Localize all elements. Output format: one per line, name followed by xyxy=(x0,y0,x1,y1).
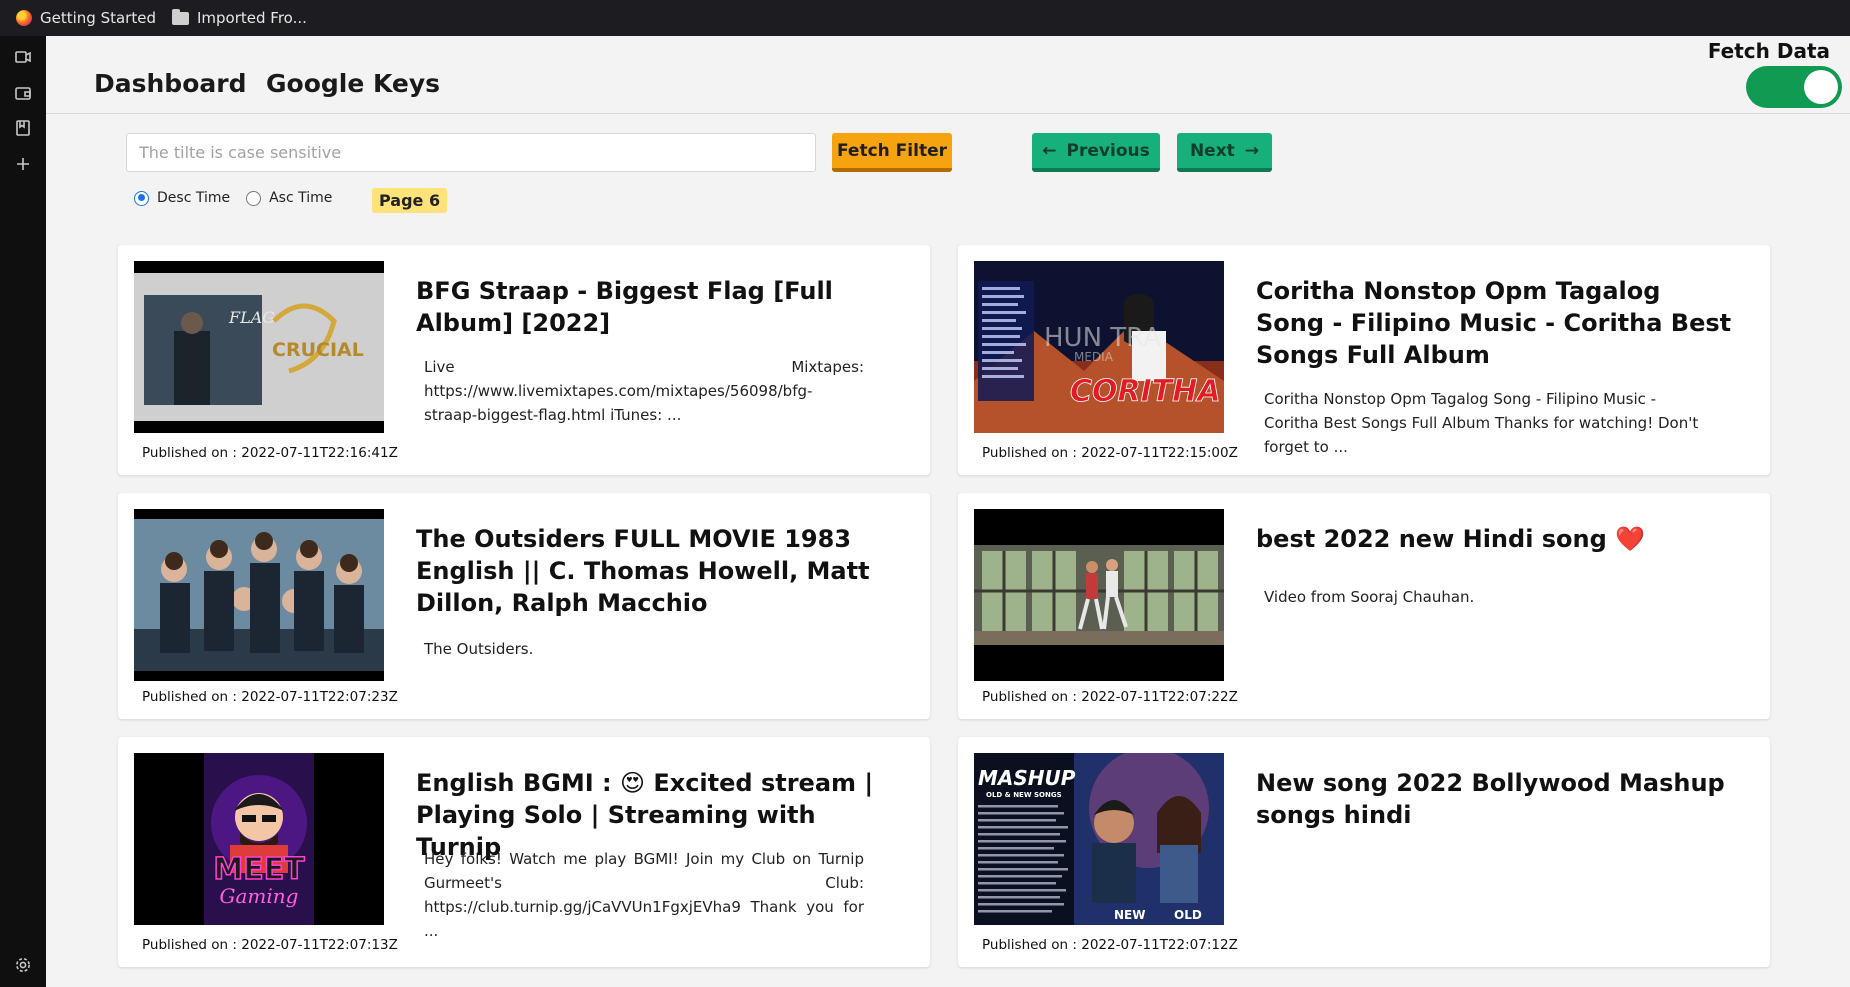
fetch-filter-button[interactable]: Fetch Filter xyxy=(832,133,952,172)
video-title[interactable]: BFG Straap - Biggest Flag [Full Album] [… xyxy=(416,275,896,339)
published-date: Published on : 2022-07-11T22:07:12Z xyxy=(982,937,1238,953)
thumb-text: MASHUP xyxy=(978,766,1076,790)
video-card[interactable]: FLAG CRUCIAL BFG Straap - Biggest Flag [… xyxy=(118,245,930,475)
fetch-data-label: Fetch Data xyxy=(1707,39,1830,63)
video-thumbnail[interactable]: MASHUP OLD & NEW SONGS NEW OLD xyxy=(974,753,1224,925)
arrow-right-icon: → xyxy=(1244,140,1260,161)
bookmark-imported[interactable]: Imported Fro... xyxy=(171,8,307,27)
bookmark-getting-started[interactable]: Getting Started xyxy=(16,9,156,27)
video-title[interactable]: The Outsiders FULL MOVIE 1983 English ||… xyxy=(416,523,896,619)
bookmarks-bar: Getting Started Imported Fro... xyxy=(0,0,1850,36)
sort-desc-radio[interactable] xyxy=(134,190,149,206)
published-date: Published on : 2022-07-11T22:15:00Z xyxy=(982,445,1238,461)
video-description: The Outsiders. xyxy=(424,640,534,658)
title-search-input[interactable] xyxy=(126,133,816,172)
plus-icon[interactable] xyxy=(12,153,34,175)
sidebar xyxy=(0,36,46,987)
bookmark-label: Imported Fro... xyxy=(196,9,307,27)
video-thumbnail[interactable] xyxy=(134,509,384,681)
published-date: Published on : 2022-07-11T22:07:13Z xyxy=(142,937,398,953)
video-thumbnail[interactable]: FLAG CRUCIAL xyxy=(134,261,384,433)
bookmark-icon[interactable] xyxy=(12,117,34,139)
video-description: Live Mixtapes: https://www.livemixtapes.… xyxy=(424,358,864,424)
video-card[interactable]: MASHUP OLD & NEW SONGS NEW OLD New song … xyxy=(958,737,1770,967)
published-date: Published on : 2022-07-11T22:16:41Z xyxy=(142,445,398,461)
fetch-filter-label: Fetch Filter xyxy=(837,140,947,161)
thumb-text: CORITHA xyxy=(1070,374,1221,409)
video-title[interactable]: best 2022 new Hindi song ❤️ xyxy=(1256,523,1736,555)
nav-google-keys[interactable]: Google Keys xyxy=(266,69,440,98)
video-icon[interactable] xyxy=(12,46,34,68)
thumb-text: CRUCIAL xyxy=(272,339,364,361)
video-card[interactable]: MEET Gaming English BGMI : 😍 Excited str… xyxy=(118,737,930,967)
app-header: Dashboard Google Keys Fetch Data xyxy=(46,36,1850,114)
nav-dashboard[interactable]: Dashboard xyxy=(94,69,246,98)
thumb-text: MEDIA xyxy=(1074,350,1114,364)
video-card[interactable]: The Outsiders FULL MOVIE 1983 English ||… xyxy=(118,493,930,719)
next-button[interactable]: Next → xyxy=(1177,133,1272,172)
sort-asc-label[interactable]: Asc Time xyxy=(269,190,332,206)
previous-label: Previous xyxy=(1066,140,1150,161)
thumb-text: MEET xyxy=(213,852,305,887)
sort-desc-label[interactable]: Desc Time xyxy=(157,190,230,206)
firefox-icon xyxy=(16,10,32,26)
thumb-text: HUN TRA xyxy=(1044,323,1161,353)
video-title[interactable]: New song 2022 Bollywood Mashup songs hin… xyxy=(1256,767,1736,831)
arrow-left-icon: ← xyxy=(1042,140,1057,161)
fetch-data-toggle[interactable] xyxy=(1746,66,1842,108)
video-description: Coritha Nonstop Opm Tagalog Song - Filip… xyxy=(1264,390,1699,456)
next-label: Next xyxy=(1189,140,1235,161)
sort-options: Desc Time Asc Time xyxy=(134,190,332,206)
thumb-text: FLAG xyxy=(228,308,275,327)
folder-icon xyxy=(171,8,189,25)
sort-asc-radio[interactable] xyxy=(246,190,262,206)
published-date: Published on : 2022-07-11T22:07:22Z xyxy=(982,689,1238,705)
previous-button[interactable]: ← Previous xyxy=(1032,133,1160,172)
thumb-text: Gaming xyxy=(220,884,299,908)
video-thumbnail[interactable] xyxy=(974,509,1224,681)
video-card[interactable]: best 2022 new Hindi song ❤️ Video from S… xyxy=(958,493,1770,719)
settings-icon[interactable] xyxy=(12,954,34,976)
thumb-text: NEW xyxy=(1114,908,1145,922)
video-description: Video from Sooraj Chauhan. xyxy=(1264,588,1475,606)
published-date: Published on : 2022-07-11T22:07:23Z xyxy=(142,689,398,705)
video-thumbnail[interactable]: MEET Gaming xyxy=(134,753,384,925)
bookmark-label: Getting Started xyxy=(40,9,156,27)
video-description: Hey folks! Watch me play BGMI! Join my C… xyxy=(424,850,864,940)
video-title[interactable]: Coritha Nonstop Opm Tagalog Song - Filip… xyxy=(1256,275,1736,371)
thumb-text: OLD xyxy=(1174,908,1202,922)
video-thumbnail[interactable]: HUN TRA MEDIA CORITHA xyxy=(974,261,1224,433)
video-card[interactable]: HUN TRA MEDIA CORITHA Coritha Nonstop Op… xyxy=(958,245,1770,475)
thumb-text: OLD & NEW SONGS xyxy=(986,791,1062,799)
page-badge: Page 6 xyxy=(372,188,448,213)
wallet-icon[interactable] xyxy=(12,82,34,104)
toggle-knob xyxy=(1804,70,1838,104)
